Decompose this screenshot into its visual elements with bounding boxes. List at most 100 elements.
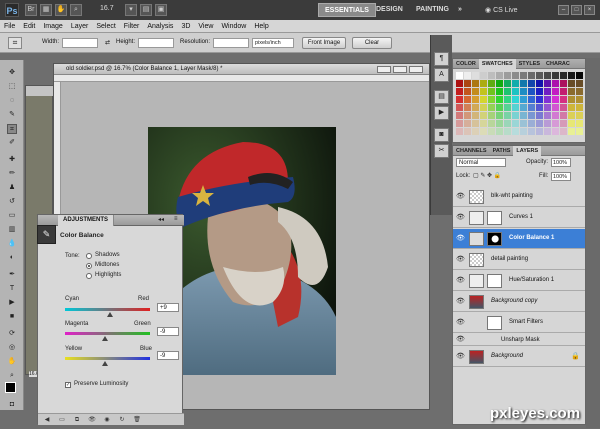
swatch-cell[interactable] xyxy=(568,104,575,111)
layer-row-hue-saturation-1[interactable]: 👁 Hue/Saturation 1 xyxy=(453,271,585,291)
yellow-blue-slider-knob[interactable] xyxy=(101,361,108,366)
swatch-cell[interactable] xyxy=(488,104,495,111)
swatch-cell[interactable] xyxy=(480,104,487,111)
workspace-essentials[interactable]: ESSENTIALS xyxy=(318,3,376,17)
swatch-cell[interactable] xyxy=(520,120,527,127)
swatch-cell[interactable] xyxy=(464,128,471,135)
swatch-cell[interactable] xyxy=(576,120,583,127)
bridge-icon[interactable]: Br xyxy=(25,4,37,16)
swatch-cell[interactable] xyxy=(456,88,463,95)
swatch-cell[interactable] xyxy=(456,80,463,87)
swatch-cell[interactable] xyxy=(528,72,535,79)
swatch-cell[interactable] xyxy=(528,88,535,95)
menu-file[interactable]: File xyxy=(0,20,19,33)
swatch-cell[interactable] xyxy=(576,80,583,87)
swatch-cell[interactable] xyxy=(464,72,471,79)
swatch-cell[interactable] xyxy=(472,88,479,95)
swatch-cell[interactable] xyxy=(536,96,543,103)
swatch-cell[interactable] xyxy=(488,72,495,79)
lock-icons[interactable]: ▢ ✎ ✥ 🔒 xyxy=(473,172,501,179)
swatch-cell[interactable] xyxy=(520,104,527,111)
swatch-cell[interactable] xyxy=(464,104,471,111)
3d-rotate-icon[interactable]: ⟳ xyxy=(7,329,17,339)
swatch-cell[interactable] xyxy=(536,80,543,87)
swatch-cell[interactable] xyxy=(576,72,583,79)
swatch-cell[interactable] xyxy=(504,104,511,111)
menu-help[interactable]: Help xyxy=(250,20,272,33)
swatch-cell[interactable] xyxy=(560,112,567,119)
swatch-cell[interactable] xyxy=(496,72,503,79)
swatch-cell[interactable] xyxy=(512,112,519,119)
swatch-cell[interactable] xyxy=(464,80,471,87)
eye-icon[interactable]: 👁 xyxy=(456,193,465,200)
swatch-cell[interactable] xyxy=(560,72,567,79)
swatch-cell[interactable] xyxy=(496,104,503,111)
swatch-cell[interactable] xyxy=(560,80,567,87)
3d-orbit-icon[interactable]: ◎ xyxy=(7,343,17,353)
swatch-cell[interactable] xyxy=(528,104,535,111)
swatch-cell[interactable] xyxy=(568,72,575,79)
swatch-cell[interactable] xyxy=(544,128,551,135)
healing-brush-icon[interactable]: ✚ xyxy=(7,155,17,165)
layer-row-unsharp-mask[interactable]: 👁 Unsharp Mask xyxy=(453,334,585,346)
swatch-cell[interactable] xyxy=(480,72,487,79)
swatch-cell[interactable] xyxy=(456,96,463,103)
clone-stamp-icon[interactable]: ♟ xyxy=(7,183,17,193)
move-tool-icon[interactable]: ✥ xyxy=(7,68,17,78)
swap-icon[interactable]: ⇄ xyxy=(105,39,110,46)
swatch-cell[interactable] xyxy=(496,128,503,135)
swatch-cell[interactable] xyxy=(464,88,471,95)
menu-layer[interactable]: Layer xyxy=(67,20,93,33)
swatch-cell[interactable] xyxy=(512,96,519,103)
swatch-cell[interactable] xyxy=(512,104,519,111)
swatch-cell[interactable] xyxy=(472,128,479,135)
swatch-grid[interactable] xyxy=(456,72,584,140)
swatch-cell[interactable] xyxy=(472,96,479,103)
clear-button[interactable]: Clear xyxy=(352,37,392,49)
swatch-cell[interactable] xyxy=(560,120,567,127)
masks-panel-icon[interactable]: ◙ xyxy=(434,128,449,142)
menu-window[interactable]: Window xyxy=(217,20,250,33)
swatch-cell[interactable] xyxy=(496,80,503,87)
magenta-green-value[interactable]: -9 xyxy=(157,327,179,336)
swatch-cell[interactable] xyxy=(576,112,583,119)
swatch-cell[interactable] xyxy=(544,80,551,87)
menu-edit[interactable]: Edit xyxy=(19,20,39,33)
quick-select-icon[interactable]: ✎ xyxy=(7,110,17,120)
swatch-cell[interactable] xyxy=(472,112,479,119)
tab-channels[interactable]: CHANNELS xyxy=(453,146,490,156)
path-select-icon[interactable]: ▶ xyxy=(7,298,17,308)
cs-live-button[interactable]: ◉ CS Live xyxy=(485,6,518,14)
layer-row-blk-wht-painting[interactable]: 👁 blk-wht painting xyxy=(453,187,585,207)
swatch-cell[interactable] xyxy=(520,80,527,87)
menu-filter[interactable]: Filter xyxy=(120,20,144,33)
eye-icon[interactable]: 👁 xyxy=(456,298,465,305)
background-document-tab[interactable] xyxy=(26,86,54,96)
swatch-cell[interactable] xyxy=(560,128,567,135)
swatch-cell[interactable] xyxy=(504,112,511,119)
type-tool-icon[interactable]: T xyxy=(7,284,17,294)
swatch-cell[interactable] xyxy=(536,120,543,127)
cyan-red-value[interactable]: +9 xyxy=(157,303,179,312)
workspace-painting[interactable]: PAINTING xyxy=(410,3,455,17)
swatch-cell[interactable] xyxy=(488,112,495,119)
workspace-design[interactable]: DESIGN xyxy=(370,3,409,17)
swatch-cell[interactable] xyxy=(480,96,487,103)
radio-midtones[interactable] xyxy=(86,263,92,269)
eye-icon[interactable]: 👁 xyxy=(456,277,465,284)
resolution-unit-select[interactable]: pixels/inch xyxy=(252,38,294,48)
eye-icon[interactable]: 👁 xyxy=(456,256,465,263)
swatch-cell[interactable] xyxy=(512,88,519,95)
front-image-button[interactable]: Front Image xyxy=(302,37,346,49)
swatch-cell[interactable] xyxy=(472,104,479,111)
doc-close-icon[interactable] xyxy=(408,66,423,73)
swatch-cell[interactable] xyxy=(472,72,479,79)
menu-analysis[interactable]: Analysis xyxy=(143,20,177,33)
layer-row-background-copy[interactable]: 👁 Background copy xyxy=(453,292,585,312)
extras-icon[interactable]: ▾ xyxy=(125,4,137,16)
swatch-cell[interactable] xyxy=(552,96,559,103)
swatch-cell[interactable] xyxy=(504,80,511,87)
screen-mode-icon[interactable]: ▣ xyxy=(155,4,167,16)
swatch-cell[interactable] xyxy=(520,112,527,119)
swatch-cell[interactable] xyxy=(504,72,511,79)
